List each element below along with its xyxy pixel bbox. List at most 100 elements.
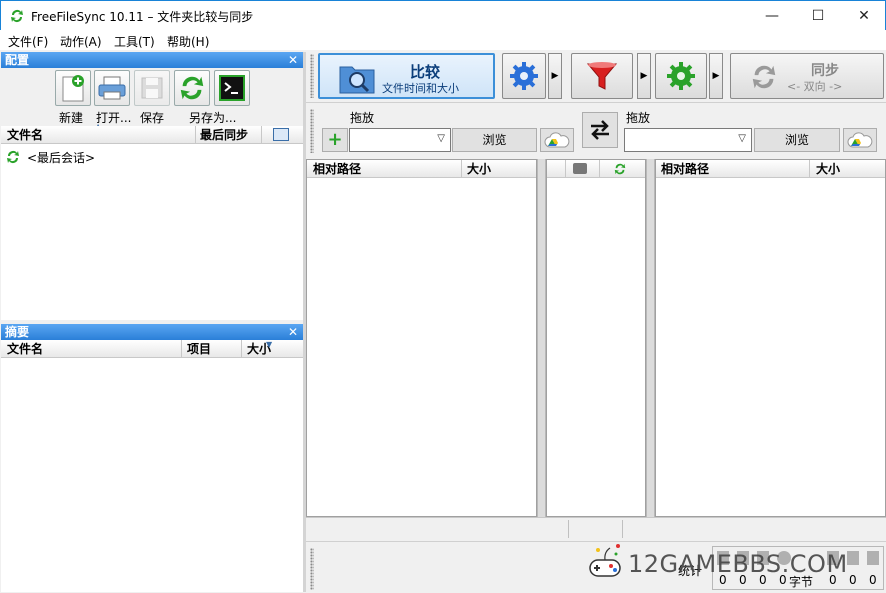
config-list-header: 文件名 最后同步: [1, 126, 303, 144]
summary-panel-close-icon[interactable]: ✕: [288, 324, 298, 340]
sync-arrows-icon[interactable]: [613, 162, 627, 176]
summary-list-header: 文件名 项目 大小 ▼: [1, 340, 303, 358]
left-delete-icon: [757, 551, 769, 565]
sync-dropdown-button[interactable]: ▶: [709, 53, 723, 99]
grid-splitter-right[interactable]: [646, 159, 655, 517]
compare-title: 比较: [410, 63, 441, 81]
compare-settings-button[interactable]: [502, 53, 546, 99]
title-bar: FreeFileSync 10.11 – 文件夹比较与同步 — ☐ ✕: [0, 0, 886, 30]
new-config-button[interactable]: [55, 70, 91, 106]
menu-bar: 文件(F) 动作(A) 工具(T) 帮助(H): [0, 30, 886, 50]
left-create-icon: [717, 551, 729, 565]
menu-action[interactable]: 动作(A): [60, 33, 102, 50]
folder-pair-row: 拖放 + ▽ 浏览 拖放 ▽ 浏览: [306, 102, 886, 157]
sync-arrows-icon: [7, 151, 19, 163]
last-session-label: <最后会话>: [27, 150, 96, 165]
compare-button[interactable]: 比较 文件时间和大小: [318, 53, 495, 99]
config-panel-header: 配置 ✕: [1, 52, 303, 68]
sync-subtitle: <- 双向 ->: [787, 80, 843, 93]
minimize-button[interactable]: —: [749, 1, 795, 31]
stats-label: 统计: [678, 564, 703, 578]
col-header-items[interactable]: 项目: [187, 340, 211, 358]
main-toolbar: 比较 文件时间和大小 ▶ ▶ ▶ 同步 <- 双向 ->: [306, 50, 886, 102]
summary-panel-header: 摘要 ✕: [1, 324, 303, 340]
left-update-icon: [737, 551, 749, 565]
sort-down-icon: ▼: [266, 340, 273, 349]
right-col-size[interactable]: 大小: [816, 160, 840, 178]
chevron-down-icon[interactable]: ▽: [437, 133, 445, 144]
status-strip: [306, 517, 886, 539]
save-config-label: 保存: [140, 111, 165, 125]
menu-file[interactable]: 文件(F): [8, 33, 48, 50]
save-config-button[interactable]: [134, 70, 170, 106]
synchronize-button[interactable]: 同步 <- 双向 ->: [730, 53, 884, 99]
left-browse-button[interactable]: 浏览: [452, 128, 537, 152]
save-disk-icon: [141, 77, 163, 99]
list-item[interactable]: <最后会话>: [5, 148, 95, 166]
green-gear-icon: [667, 62, 695, 90]
stat-count: 0: [759, 573, 767, 587]
statistics-bar: 统计 0 0 0 0 字节 0 0 0: [306, 541, 886, 593]
config-panel-body: 新建 打开... 保存 另存为... ▲ 文件名 最后同步 <最后会话>: [1, 68, 303, 320]
left-col-relative-path[interactable]: 相对路径: [313, 160, 361, 178]
menu-help[interactable]: 帮助(H): [167, 33, 209, 50]
new-file-icon: [62, 75, 84, 102]
filter-dropdown-button[interactable]: ▶: [637, 53, 651, 99]
left-col-size[interactable]: 大小: [467, 160, 491, 178]
summary-panel: 摘要 ✕ 文件名 项目 大小 ▼: [1, 324, 303, 592]
triangle-right-icon: ▶: [712, 71, 720, 81]
left-folder-input[interactable]: ▽: [349, 128, 451, 152]
left-cloud-button[interactable]: [540, 128, 574, 152]
menu-tools[interactable]: 工具(T): [114, 33, 155, 50]
close-button[interactable]: ✕: [841, 1, 886, 31]
right-col-relative-path[interactable]: 相对路径: [661, 160, 709, 178]
sync-settings-button[interactable]: [655, 53, 707, 99]
filter-button[interactable]: [571, 53, 633, 99]
config-panel: 配置 ✕ 新建 打开... 保存 另存为... 文件名 最后同步 <最后会话>: [1, 52, 303, 320]
right-drop-label: 拖放: [626, 111, 651, 125]
right-grid-header: 相对路径 大小: [656, 160, 885, 178]
folder-row-grip[interactable]: [310, 109, 314, 153]
app-sync-icon: [11, 10, 23, 23]
stats-grip[interactable]: [310, 548, 314, 590]
add-folder-pair-button[interactable]: +: [322, 128, 348, 152]
col-header-filename[interactable]: 文件名: [7, 126, 43, 144]
minimize-icon: —: [765, 8, 779, 24]
toolbar-grip[interactable]: [310, 54, 314, 98]
window-title: FreeFileSync 10.11 – 文件夹比较与同步: [31, 10, 254, 24]
stats-box: 0 0 0 0 字节 0 0 0: [712, 546, 884, 590]
middle-action-grid[interactable]: [546, 159, 646, 517]
maximize-button[interactable]: ☐: [795, 1, 841, 31]
col-header-filename[interactable]: 文件名: [7, 340, 43, 358]
right-cloud-button[interactable]: [843, 128, 877, 152]
camera-icon[interactable]: [573, 163, 587, 174]
left-grid-header: 相对路径 大小: [307, 160, 536, 178]
sync-title: 同步: [811, 63, 839, 79]
save-as-batch-button[interactable]: [214, 70, 250, 106]
column-settings-icon[interactable]: [273, 128, 289, 141]
save-as-config-button[interactable]: [174, 70, 210, 106]
config-panel-close-icon[interactable]: ✕: [288, 52, 298, 68]
stat-count: 0: [779, 573, 787, 587]
maximize-icon: ☐: [811, 8, 825, 24]
config-list: 文件名 最后同步 <最后会话>: [1, 126, 303, 320]
compare-dropdown-button[interactable]: ▶: [548, 53, 562, 99]
terminal-icon: [219, 75, 245, 101]
right-folder-input[interactable]: ▽: [624, 128, 752, 152]
printer-open-icon: [98, 76, 126, 100]
summary-panel-title: 摘要: [5, 325, 30, 339]
left-file-grid[interactable]: 相对路径 大小: [306, 159, 537, 517]
open-config-button[interactable]: [94, 70, 130, 106]
red-filter-icon: [586, 62, 618, 90]
summary-list: 文件名 项目 大小 ▼: [1, 340, 303, 592]
stat-count: 0: [719, 573, 727, 587]
triangle-right-icon: ▶: [551, 71, 559, 81]
close-icon: ✕: [858, 8, 870, 24]
grid-splitter-left[interactable]: [537, 159, 546, 517]
col-header-last-sync[interactable]: 最后同步: [200, 126, 248, 144]
swap-sides-button[interactable]: [582, 112, 618, 148]
chevron-down-icon[interactable]: ▽: [738, 133, 746, 144]
middle-grid-header: [547, 160, 645, 178]
right-file-grid[interactable]: 相对路径 大小: [655, 159, 886, 517]
right-browse-button[interactable]: 浏览: [754, 128, 840, 152]
